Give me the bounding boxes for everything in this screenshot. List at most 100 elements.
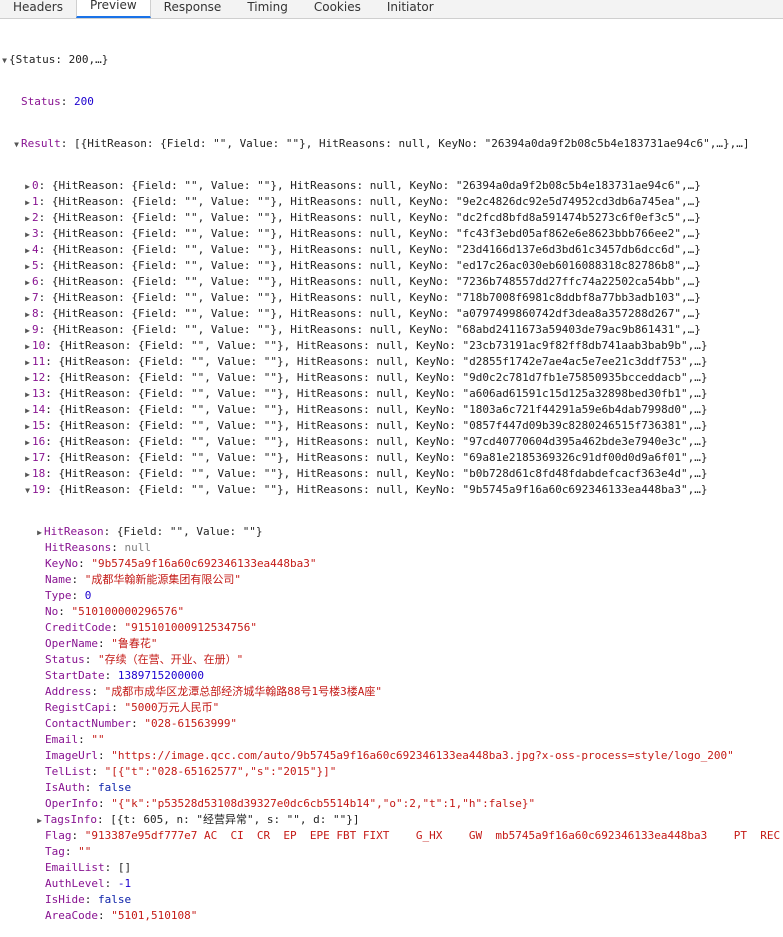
result-item-summary: {HitReason: {Field: "", Value: ""}, HitR…	[51, 227, 701, 240]
tab-headers[interactable]: Headers	[0, 0, 76, 18]
field-value: "成都市成华区龙潭总部经济城华翰路88号1号楼3楼A座"	[104, 685, 382, 698]
expand-triangle-icon[interactable]: ▼	[12, 137, 21, 152]
expand-triangle-icon[interactable]: ▶	[23, 467, 32, 482]
expand-triangle-icon[interactable]: ▶	[23, 435, 32, 450]
tab-cookies[interactable]: Cookies	[301, 0, 374, 18]
result-item-summary: {HitReason: {Field: "", Value: ""}, HitR…	[58, 387, 708, 400]
result-item-row[interactable]: ▶ 16: {HitReason: {Field: "", Value: ""},…	[0, 434, 783, 450]
result-item-row[interactable]: ▶ 6: {HitReason: {Field: "", Value: ""}, …	[0, 274, 783, 290]
root-object-line[interactable]: ▼ {Status: 200,…}	[0, 52, 783, 68]
result-item-row[interactable]: ▶ 18: {HitReason: {Field: "", Value: ""},…	[0, 466, 783, 482]
result-item-row[interactable]: ▶ 4: {HitReason: {Field: "", Value: ""}, …	[0, 242, 783, 258]
expand-triangle-icon[interactable]: ▶	[23, 451, 32, 466]
result-item-summary: {HitReason: {Field: "", Value: ""}, HitR…	[58, 371, 708, 384]
tab-preview[interactable]: Preview	[75, 0, 151, 18]
colon: :	[45, 419, 59, 432]
result-item-row[interactable]: ▶ 3: {HitReason: {Field: "", Value: ""}, …	[0, 226, 783, 242]
result-item-row[interactable]: ▶ 15: {HitReason: {Field: "", Value: ""},…	[0, 418, 783, 434]
tab-timing[interactable]: Timing	[234, 0, 301, 18]
result-item-row[interactable]: ▶ 9: {HitReason: {Field: "", Value: ""}, …	[0, 322, 783, 338]
result-item-row[interactable]: ▶ 17: {HitReason: {Field: "", Value: ""},…	[0, 450, 783, 466]
field-row-hitreasons: HitReasons: null	[0, 540, 783, 556]
result-line[interactable]: ▼ Result: [{HitReason: {Field: "", Value:…	[0, 136, 783, 152]
field-row-hitreason[interactable]: ▶ HitReason: {Field: "", Value: ""}	[0, 524, 783, 540]
field-value: false	[98, 893, 132, 906]
field-value: []	[117, 861, 132, 874]
result-item-row[interactable]: ▶ 12: {HitReason: {Field: "", Value: ""},…	[0, 370, 783, 386]
expand-triangle-icon[interactable]: ▶	[23, 227, 32, 242]
field-value: "028-61563999"	[144, 717, 238, 730]
field-row-ishide: IsHide: false	[0, 892, 783, 908]
expand-triangle-icon[interactable]: ▶	[23, 179, 32, 194]
status-key: Status	[21, 95, 61, 108]
expand-triangle-icon[interactable]: ▶	[23, 291, 32, 306]
field-row-type: Type: 0	[0, 588, 783, 604]
field-value: "鲁春花"	[111, 637, 158, 650]
expand-triangle-icon[interactable]: ▶	[35, 813, 44, 828]
colon: :	[91, 765, 105, 778]
field-value: "5101,510108"	[111, 909, 198, 922]
expand-triangle-icon[interactable]: ▼	[0, 53, 9, 68]
field-row-isauth: IsAuth: false	[0, 780, 783, 796]
expand-triangle-icon[interactable]: ▶	[23, 275, 32, 290]
result-item-row[interactable]: ▶ 14: {HitReason: {Field: "", Value: ""},…	[0, 402, 783, 418]
expand-triangle-icon[interactable]: ▶	[23, 243, 32, 258]
result-item-row[interactable]: ▶ 5: {HitReason: {Field: "", Value: ""}, …	[0, 258, 783, 274]
result-item-row[interactable]: ▶ 11: {HitReason: {Field: "", Value: ""},…	[0, 354, 783, 370]
expand-triangle-icon[interactable]: ▶	[23, 307, 32, 322]
field-value: "913387e95df777e7 AC CI CR EP EPE FBT FI…	[84, 829, 781, 842]
tab-initiator[interactable]: Initiator	[374, 0, 447, 18]
result-item-row[interactable]: ▶ 0: {HitReason: {Field: "", Value: ""}, …	[0, 178, 783, 194]
result-item-summary: {HitReason: {Field: "", Value: ""}, HitR…	[51, 323, 701, 336]
expand-triangle-icon[interactable]: ▶	[23, 211, 32, 226]
field-key: Tag	[45, 845, 65, 858]
result-item-index: 6	[32, 275, 39, 288]
expand-triangle-icon[interactable]: ▶	[23, 371, 32, 386]
result-item-index: 13	[32, 387, 46, 400]
field-row-tag: Tag: ""	[0, 844, 783, 860]
expand-triangle-icon[interactable]: ▶	[23, 259, 32, 274]
colon: :	[111, 701, 125, 714]
result-item-row[interactable]: ▶ 2: {HitReason: {Field: "", Value: ""}, …	[0, 210, 783, 226]
result-item-row[interactable]: ▶ 8: {HitReason: {Field: "", Value: ""}, …	[0, 306, 783, 322]
expand-triangle-icon[interactable]: ▶	[23, 339, 32, 354]
expand-triangle-icon[interactable]: ▶	[35, 525, 44, 540]
colon: :	[111, 621, 125, 634]
field-value: ""	[78, 845, 92, 858]
field-key: StartDate	[45, 669, 105, 682]
field-value: "915101000912534756"	[124, 621, 257, 634]
field-row-keyno: KeyNo: "9b5745a9f16a60c692346133ea448ba3…	[0, 556, 783, 572]
colon: :	[38, 275, 52, 288]
field-row-tagsinfo[interactable]: ▶ TagsInfo: [{t: 605, n: "经营异常", s: "", d…	[0, 812, 783, 828]
field-value: -1	[117, 877, 132, 890]
colon: :	[111, 541, 125, 554]
result-item-index: 12	[32, 371, 46, 384]
result-item-row[interactable]: ▶ 10: {HitReason: {Field: "", Value: ""},…	[0, 338, 783, 354]
colon: :	[97, 637, 112, 650]
field-key: ContactNumber	[45, 717, 132, 730]
colon: :	[97, 797, 112, 810]
expand-triangle-icon[interactable]: ▶	[23, 387, 32, 402]
expand-triangle-icon[interactable]: ▶	[23, 403, 32, 418]
field-key: EmailList	[45, 861, 105, 874]
expand-triangle-icon[interactable]: ▶	[23, 355, 32, 370]
result-item-row[interactable]: ▶ 1: {HitReason: {Field: "", Value: ""}, …	[0, 194, 783, 210]
status-line: Status: 200	[21, 95, 94, 108]
expand-triangle-icon[interactable]: ▶	[23, 419, 32, 434]
field-key: AreaCode	[45, 909, 98, 922]
expand-triangle-icon[interactable]: ▶	[23, 323, 32, 338]
field-value: 0	[84, 589, 92, 602]
result-item-row[interactable]: ▶ 13: {HitReason: {Field: "", Value: ""},…	[0, 386, 783, 402]
devtools-tab-bar: Headers Preview Response Timing Cookies Initi…	[0, 0, 783, 19]
result-item-index: 14	[32, 403, 46, 416]
field-key: HitReason	[44, 525, 104, 538]
result-item-row[interactable]: ▼ 19: {HitReason: {Field: "", Value: ""},…	[0, 482, 783, 498]
field-key: TelList	[45, 765, 92, 778]
result-item-index: 5	[32, 259, 39, 272]
result-item-row[interactable]: ▶ 7: {HitReason: {Field: "", Value: ""}, …	[0, 290, 783, 306]
tab-response[interactable]: Response	[151, 0, 235, 18]
result-item-index: 17	[32, 451, 46, 464]
expand-triangle-icon[interactable]: ▶	[23, 195, 32, 210]
collapse-triangle-icon[interactable]: ▼	[23, 483, 32, 498]
field-row-contactnumber: ContactNumber: "028-61563999"	[0, 716, 783, 732]
